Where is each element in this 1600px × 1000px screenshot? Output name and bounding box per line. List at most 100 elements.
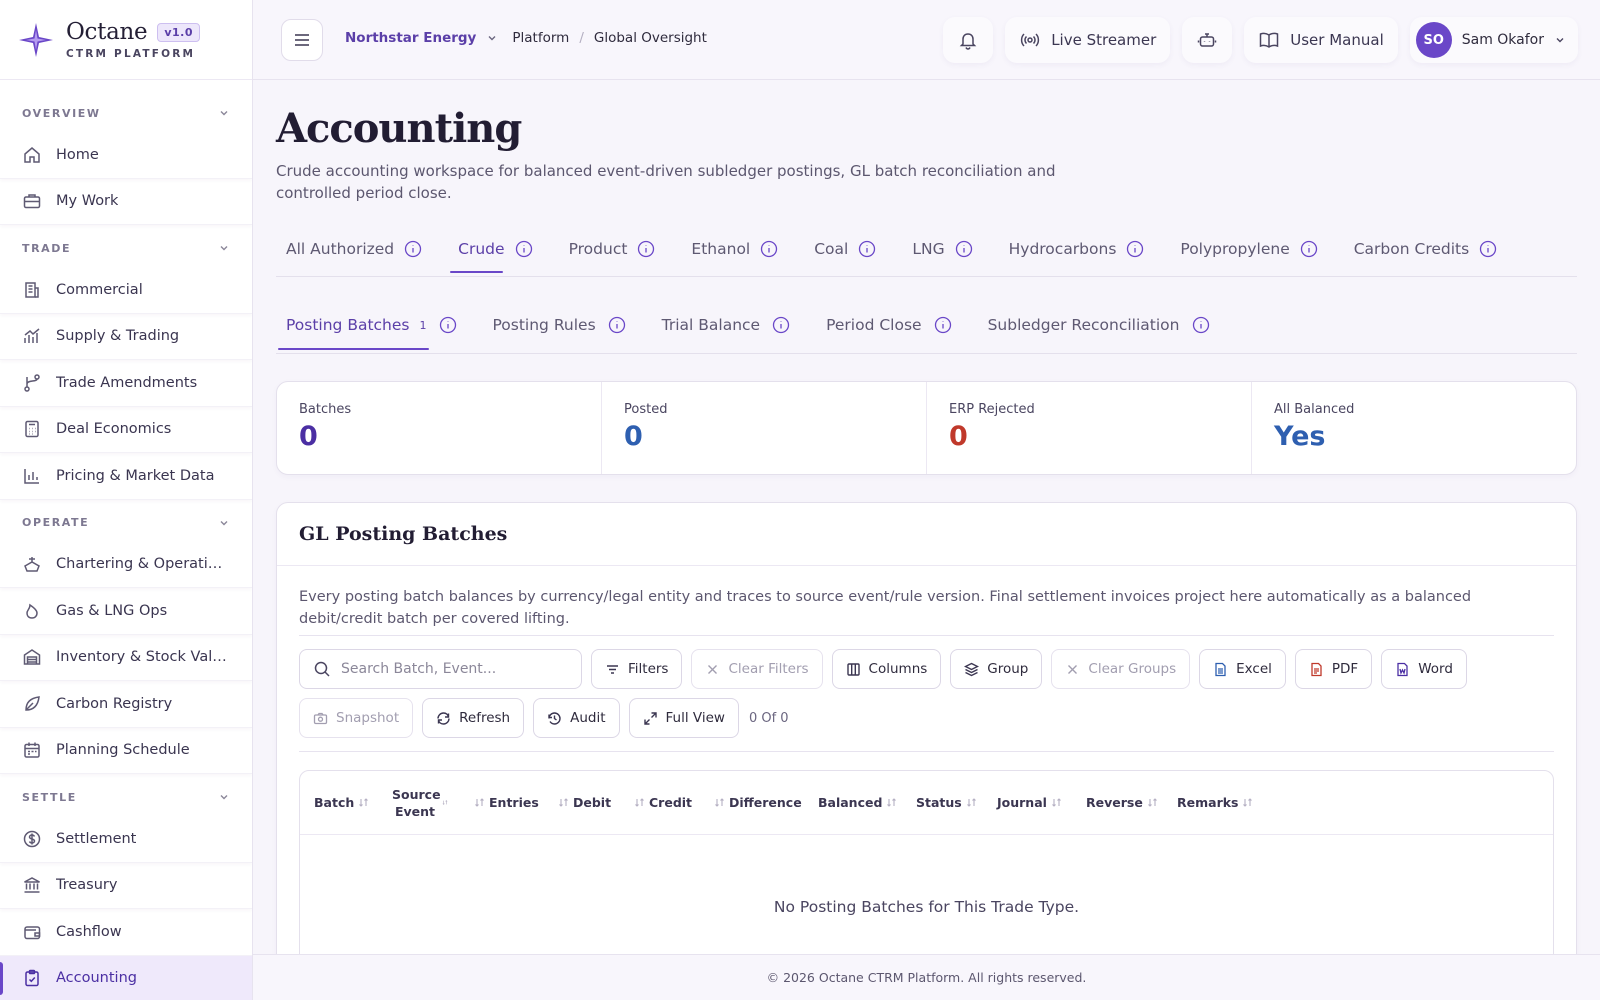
- sidebar-item-supply-trading[interactable]: Supply & Trading: [0, 314, 252, 360]
- tab-posting-batches[interactable]: Posting Batches 1: [278, 297, 457, 354]
- sidebar-item-planning-schedule[interactable]: Planning Schedule: [0, 728, 252, 774]
- tab-subledger-reconciliation[interactable]: Subledger Reconciliation: [988, 297, 1210, 354]
- tab-coal[interactable]: Coal: [814, 222, 876, 277]
- sidebar-item-treasury[interactable]: Treasury: [0, 863, 252, 909]
- info-icon[interactable]: [1192, 316, 1210, 334]
- sort-icon[interactable]: [358, 797, 369, 808]
- sidebar-item-trade-amendments[interactable]: Trade Amendments: [0, 360, 252, 407]
- sort-icon[interactable]: [1147, 797, 1158, 808]
- info-icon[interactable]: [404, 240, 422, 258]
- column-header-credit[interactable]: Credit: [630, 795, 692, 810]
- tab-label: Polypropylene: [1180, 240, 1290, 258]
- sort-icon[interactable]: [966, 797, 977, 808]
- sidebar-item-accounting[interactable]: Accounting: [0, 955, 252, 1000]
- sort-icon[interactable]: [1242, 797, 1253, 808]
- nav-section-operate[interactable]: OPERATE: [0, 504, 252, 542]
- sidebar-item-chartering-operations[interactable]: Chartering & Operations: [0, 542, 252, 588]
- column-header-source-event[interactable]: Source Event: [392, 786, 452, 820]
- info-icon[interactable]: [955, 240, 973, 258]
- column-header-batch[interactable]: Batch: [314, 795, 373, 810]
- columns-button[interactable]: Columns: [831, 649, 942, 689]
- sort-icon[interactable]: [474, 797, 485, 808]
- full-view-button[interactable]: Full View: [628, 698, 739, 738]
- nav-section-overview[interactable]: OVERVIEW: [0, 94, 252, 132]
- column-label: Difference: [729, 795, 802, 810]
- breadcrumb-item[interactable]: Platform: [512, 30, 569, 46]
- info-icon[interactable]: [515, 240, 533, 258]
- tab-period-close[interactable]: Period Close: [826, 297, 951, 354]
- assistant-bot-button[interactable]: [1182, 17, 1233, 63]
- info-icon[interactable]: [1479, 240, 1497, 258]
- breadcrumb-item[interactable]: Global Oversight: [594, 30, 707, 46]
- nav-section-settle[interactable]: SETTLE: [0, 778, 252, 816]
- export-pdf-button[interactable]: PDF: [1294, 649, 1373, 689]
- live-streamer-button[interactable]: Live Streamer: [1005, 17, 1171, 63]
- sidebar-item-commercial[interactable]: Commercial: [0, 267, 252, 314]
- info-icon[interactable]: [1126, 240, 1144, 258]
- info-icon[interactable]: [772, 316, 790, 334]
- sidebar-item-gas-lng-ops[interactable]: Gas & LNG Ops: [0, 588, 252, 635]
- filters-button[interactable]: Filters: [591, 649, 683, 689]
- tab-product[interactable]: Product: [569, 222, 656, 277]
- column-header-balanced[interactable]: Balanced: [818, 795, 901, 810]
- tab-posting-rules[interactable]: Posting Rules: [493, 297, 626, 354]
- sidebar-item-pricing-market-data[interactable]: Pricing & Market Data: [0, 453, 252, 500]
- snapshot-button[interactable]: Snapshot: [299, 698, 414, 738]
- tab-hydrocarbons[interactable]: Hydrocarbons: [1009, 222, 1145, 277]
- export-word-button[interactable]: Word: [1381, 649, 1467, 689]
- column-header-journal[interactable]: Journal: [997, 795, 1066, 810]
- sort-icon[interactable]: [442, 797, 448, 808]
- brand[interactable]: Octane v1.0 CTRM PLATFORM: [0, 0, 252, 80]
- column-header-remarks[interactable]: Remarks: [1177, 795, 1257, 810]
- sort-icon[interactable]: [714, 797, 725, 808]
- clear-filters-button[interactable]: Clear Filters: [691, 649, 823, 689]
- octane-logo-icon: [19, 22, 53, 57]
- git-branch-icon: [24, 374, 40, 392]
- info-icon[interactable]: [1300, 240, 1318, 258]
- column-header-difference[interactable]: Difference: [710, 795, 802, 810]
- audit-button[interactable]: Audit: [533, 698, 620, 738]
- tab-lng[interactable]: LNG: [912, 222, 972, 277]
- info-icon[interactable]: [439, 316, 457, 334]
- column-header-entries[interactable]: Entries: [470, 795, 539, 810]
- sort-icon[interactable]: [1051, 797, 1062, 808]
- group-button[interactable]: Group: [950, 649, 1043, 689]
- user-menu[interactable]: SO Sam Okafor: [1409, 17, 1578, 63]
- export-excel-button[interactable]: Excel: [1199, 649, 1286, 689]
- sidebar-item-inventory[interactable]: Inventory & Stock Valua...: [0, 635, 252, 681]
- chevron-down-icon[interactable]: [486, 32, 498, 44]
- sort-icon[interactable]: [886, 797, 897, 808]
- info-icon[interactable]: [934, 316, 952, 334]
- nav-section-trade[interactable]: TRADE: [0, 229, 252, 267]
- sidebar-item-home[interactable]: Home: [0, 132, 252, 179]
- search-input[interactable]: [341, 661, 571, 677]
- tab-ethanol[interactable]: Ethanol: [691, 222, 778, 277]
- notifications-button[interactable]: [943, 17, 994, 63]
- sidebar-item-label: Treasury: [56, 877, 118, 894]
- tab-carbon-credits[interactable]: Carbon Credits: [1354, 222, 1497, 277]
- sidebar-item-carbon-registry[interactable]: Carbon Registry: [0, 681, 252, 728]
- sort-icon[interactable]: [558, 797, 569, 808]
- clear-groups-button[interactable]: Clear Groups: [1051, 649, 1191, 689]
- tab-crude[interactable]: Crude: [450, 222, 533, 277]
- org-selector[interactable]: Northstar Energy: [345, 30, 476, 46]
- sidebar-item-deal-economics[interactable]: Deal Economics: [0, 407, 252, 453]
- tab-polypropylene[interactable]: Polypropylene: [1180, 222, 1317, 277]
- tab-trial-balance[interactable]: Trial Balance: [662, 297, 790, 354]
- info-icon[interactable]: [760, 240, 778, 258]
- column-header-reverse[interactable]: Reverse: [1086, 795, 1162, 810]
- sidebar-item-cashflow[interactable]: Cashflow: [0, 909, 252, 956]
- search-box[interactable]: [299, 649, 582, 689]
- sidebar-item-my-work[interactable]: My Work: [0, 179, 252, 225]
- tab-all-authorized[interactable]: All Authorized: [286, 222, 422, 277]
- sort-icon[interactable]: [634, 797, 645, 808]
- info-icon[interactable]: [858, 240, 876, 258]
- user-manual-button[interactable]: User Manual: [1244, 17, 1398, 63]
- refresh-button[interactable]: Refresh: [422, 698, 525, 738]
- column-header-status[interactable]: Status: [916, 795, 981, 810]
- sidebar-item-settlement[interactable]: Settlement: [0, 816, 252, 863]
- info-icon[interactable]: [608, 316, 626, 334]
- column-header-debit[interactable]: Debit: [554, 795, 611, 810]
- info-icon[interactable]: [637, 240, 655, 258]
- menu-toggle-button[interactable]: [281, 19, 323, 61]
